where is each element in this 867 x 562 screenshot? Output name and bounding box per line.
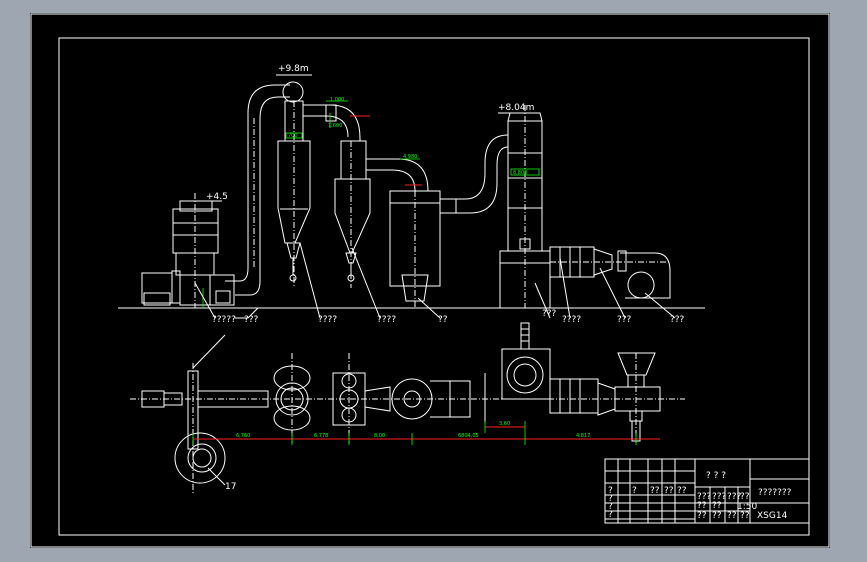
plan-view: 17 6,760 6,778 8,00 6804,05 3,60 4,817	[130, 322, 685, 493]
outer-border	[30, 13, 830, 548]
drying-tower	[499, 105, 551, 309]
dim-label-upper: 1,600	[328, 123, 342, 129]
title-cell: ??	[664, 486, 674, 496]
dim-label: 6,760	[236, 433, 250, 439]
elevation-mark-feeder: +4.5	[206, 192, 228, 202]
riser-pipe	[225, 84, 290, 296]
callout-label: ?????	[212, 315, 236, 325]
callout-label: ???	[670, 315, 685, 325]
fan-unit	[549, 246, 671, 299]
dim-label-upper: 4,980	[403, 154, 417, 160]
callout-label: ???	[617, 315, 632, 325]
title-cell: ??	[740, 492, 750, 502]
callout-label: ???	[244, 315, 259, 325]
callout-label: ????	[377, 315, 396, 325]
duct-to-tower	[439, 134, 509, 214]
dim-label-upper: 8,800	[513, 170, 527, 176]
elevation-view: 1,000 1,600 4,980 700 8,800 +9.8m +8.04m…	[118, 64, 705, 325]
plan-label: 17	[225, 482, 236, 492]
title-cell: ??	[697, 501, 707, 511]
dim-label: 6,778	[314, 433, 328, 439]
callout-label: ????	[562, 315, 581, 325]
cad-viewport[interactable]: 1,000 1,600 4,980 700 8,800 +9.8m +8.04m…	[0, 0, 867, 562]
drawing-name: ???????	[758, 488, 792, 498]
title-cell: ?	[632, 486, 637, 496]
title-cell: ??	[740, 511, 750, 521]
title-block: ? ? ? ??????? XSG14 1:50 ? ? ? ? ? ?? ??…	[604, 458, 810, 524]
feeder-unit	[141, 193, 235, 308]
cad-drawing: 1,000 1,600 4,980 700 8,800 +9.8m +8.04m…	[30, 13, 830, 548]
callout-leaders	[194, 242, 676, 319]
dim-label: 8,00	[374, 433, 385, 439]
elevation-dims: 1,000 1,600 4,980 700 8,800	[202, 97, 540, 308]
drawing-title: ? ? ?	[706, 471, 726, 481]
title-cell: ??	[650, 486, 660, 496]
drawing-sheet[interactable]: 1,000 1,600 4,980 700 8,800 +9.8m +8.04m…	[30, 13, 830, 548]
cyclone-1	[277, 81, 311, 288]
title-cell: ?	[608, 510, 613, 520]
cyclone-2	[303, 104, 371, 288]
callout-label: ???	[542, 309, 557, 319]
dim-label-upper: 700	[288, 133, 298, 139]
drawing-code: XSG14	[757, 511, 788, 521]
title-cell: ??	[697, 511, 707, 521]
dim-label: 3,60	[499, 421, 510, 427]
title-cell: ??	[712, 501, 722, 511]
title-cell: ??	[712, 511, 722, 521]
elevation-mark-cyclone: +9.8m	[278, 64, 309, 74]
dim-label: 6804,05	[458, 433, 479, 439]
callout-label: ??	[438, 315, 448, 325]
dim-label-upper: 1,000	[330, 97, 344, 103]
title-cell: ??	[727, 511, 737, 521]
callout-label: ????	[318, 315, 337, 325]
title-cell: ??	[677, 486, 687, 496]
dim-label: 4,817	[576, 433, 590, 439]
duct-to-filter	[366, 158, 441, 308]
elevation-mark-tower: +8.04m	[498, 103, 534, 113]
